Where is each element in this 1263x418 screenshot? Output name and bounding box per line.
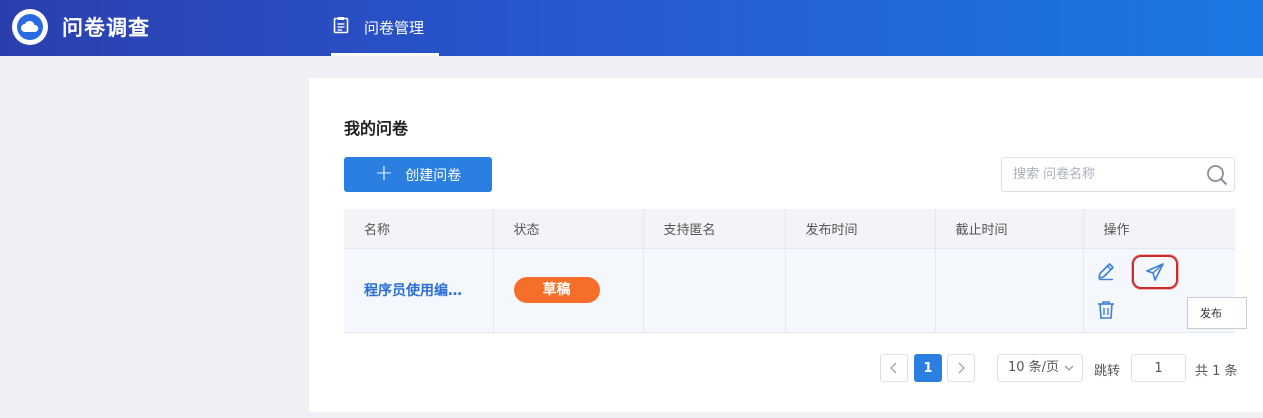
- send-icon: [1145, 262, 1165, 282]
- cell-name: 程序员使用编…: [344, 248, 494, 333]
- prev-page-button[interactable]: [880, 354, 908, 382]
- column-header-actions: 操作: [1083, 209, 1235, 249]
- page-number-current[interactable]: 1: [914, 354, 942, 382]
- active-tab-indicator: [331, 53, 439, 56]
- chevron-down-icon: [1064, 357, 1074, 389]
- table-header-row: 名称 状态 支持匿名 发布时间 截止时间 操作: [344, 209, 1235, 249]
- jump-label: 跳转: [1094, 364, 1121, 379]
- create-survey-label: 创建问卷: [405, 167, 462, 184]
- cell-status: 草稿: [493, 248, 644, 333]
- trash-icon[interactable]: [1097, 300, 1115, 324]
- column-header-publish-time: 发布时间: [785, 209, 936, 249]
- survey-table: 名称 状态 支持匿名 发布时间 截止时间 操作 程序员使用编… 草稿: [344, 209, 1235, 333]
- column-header-anonymous: 支持匿名: [643, 209, 786, 249]
- page-size-select[interactable]: 10 条/页: [997, 354, 1083, 382]
- cell-anonymous: [643, 248, 786, 333]
- page-size-value: 10 条/页: [1008, 360, 1060, 375]
- survey-name-link[interactable]: 程序员使用编…: [364, 283, 462, 299]
- edit-icon[interactable]: [1096, 261, 1116, 285]
- tab-survey-management[interactable]: 问卷管理: [331, 0, 439, 56]
- create-survey-button[interactable]: + 创建问卷: [344, 157, 492, 192]
- search-input[interactable]: [1002, 158, 1192, 191]
- next-page-button[interactable]: [947, 354, 975, 382]
- publish-tooltip: 发布: [1187, 297, 1247, 329]
- chevron-right-icon: [957, 359, 965, 378]
- top-nav-bar: 问卷调查 问卷管理: [0, 0, 1263, 56]
- chevron-left-icon: [890, 359, 898, 378]
- search-box: [1001, 157, 1235, 192]
- survey-list-card: 我的问卷 + 创建问卷 名称 状态 支持匿名 发布时间 截止时间 操作: [309, 78, 1263, 412]
- table-row: 程序员使用编… 草稿: [344, 248, 1235, 333]
- column-header-deadline: 截止时间: [935, 209, 1084, 249]
- app-title: 问卷调查: [62, 16, 150, 40]
- tab-label: 问卷管理: [364, 19, 425, 37]
- publish-button[interactable]: [1131, 254, 1178, 289]
- status-badge: 草稿: [513, 277, 600, 303]
- app-logo[interactable]: [12, 9, 48, 45]
- page-title: 我的问卷: [344, 119, 409, 138]
- column-header-status: 状态: [493, 209, 644, 249]
- cell-publish-time: [785, 248, 936, 333]
- total-count: 共 1 条: [1195, 364, 1238, 379]
- cell-deadline: [935, 248, 1084, 333]
- search-icon[interactable]: [1206, 164, 1228, 190]
- column-header-name: 名称: [344, 209, 494, 249]
- clipboard-icon: [333, 16, 349, 38]
- plus-icon: +: [374, 160, 394, 186]
- jump-page-input[interactable]: [1131, 354, 1186, 382]
- cloud-icon: [17, 14, 43, 40]
